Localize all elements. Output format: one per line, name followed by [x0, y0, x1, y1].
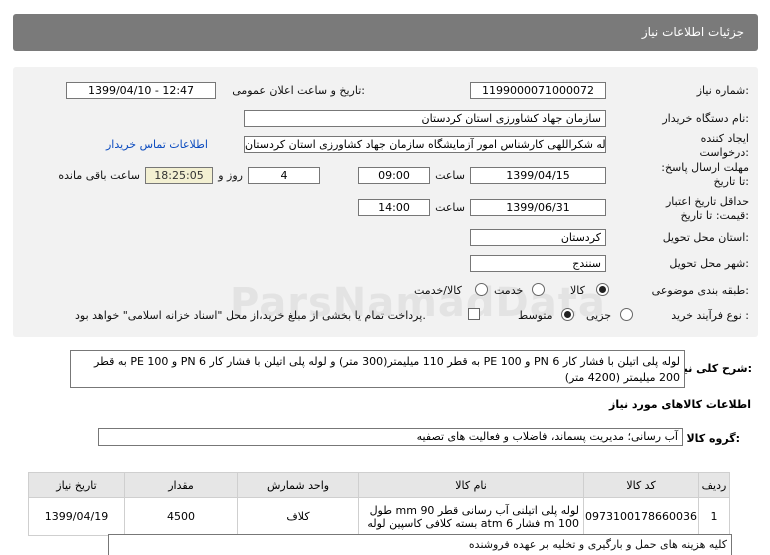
process-option-medium: متوسط [518, 309, 553, 322]
need-number-field: 1199000071000072 [470, 82, 606, 99]
row-qty: 4500 [124, 497, 239, 536]
col-date-header: تاریخ نیاز [27, 472, 126, 498]
row-unit: کلاف [237, 497, 360, 536]
category-label: طبقه بندی موضوعی: [651, 284, 749, 297]
description-box: لوله پلی اتیلن با فشار کار PN 6 و PE 100… [70, 350, 685, 388]
province-label: استان محل تحویل: [662, 231, 749, 244]
time-remaining-label: ساعت باقی مانده [58, 169, 140, 182]
page-header: جزئیات اطلاعات نیاز [13, 14, 758, 51]
category-radio-service[interactable] [532, 283, 545, 296]
page-title: جزئیات اطلاعات نیاز [641, 25, 744, 39]
description-text: لوله پلی اتیلن با فشار کار PN 6 و PE 100… [94, 355, 680, 384]
need-number-label: شماره نیاز: [696, 84, 749, 97]
city-label: شهر محل تحویل: [669, 257, 749, 270]
row-code: 0973100178660036 [583, 497, 699, 536]
process-label: نوع فرآیند خرید : [671, 309, 749, 322]
category-option-goods: کالا [570, 284, 585, 297]
time-remaining-field: 18:25:05 [145, 167, 213, 184]
creator-field: ژاله شکراللهی کارشناس امور آزمایشگاه ساز… [244, 136, 606, 153]
category-radio-goods[interactable] [596, 283, 609, 296]
deadline-time-field: 09:00 [358, 167, 430, 184]
announce-label: تاریخ و ساعت اعلان عمومی: [232, 84, 365, 97]
category-option-service: خدمت [494, 284, 524, 297]
deadline-hour-label: ساعت [435, 169, 465, 182]
province-field: کردستان [470, 229, 606, 246]
buyer-field: سازمان جهاد کشاورزی استان کردستان [244, 110, 606, 127]
treasury-payment-note: پرداخت تمام یا بخشی از مبلغ خرید،از محل … [75, 309, 426, 322]
deadline-label: مهلت ارسال پاسخ: تا تاریخ: [661, 161, 749, 188]
treasury-payment-checkbox[interactable] [468, 308, 480, 320]
validity-date-field: 1399/06/31 [470, 199, 606, 216]
days-remaining-field: 4 [248, 167, 320, 184]
validity-label: حداقل تاریخ اعتبار قیمت: تا تاریخ: [665, 195, 749, 222]
col-unit-header: واحد شمارش [237, 472, 360, 498]
goods-table-header: ردیف کد کالا نام کالا واحد شمارش مقدار ت… [27, 472, 730, 498]
process-option-minor: جزیی [586, 309, 612, 322]
process-radio-medium[interactable] [561, 308, 574, 321]
col-name-header: نام کالا [358, 472, 585, 498]
row-index: 1 [698, 497, 730, 536]
creator-label: ایجاد کننده درخواست: [699, 132, 750, 159]
process-radio-minor[interactable] [620, 308, 633, 321]
col-qty-header: مقدار [124, 472, 239, 498]
goods-section-title: اطلاعات کالاهای مورد نیاز [609, 398, 751, 411]
deadline-date-field: 1399/04/15 [470, 167, 606, 184]
announce-datetime-field: 1399/04/10 - 12:47 [66, 82, 216, 99]
category-radio-goods-service[interactable] [475, 283, 488, 296]
goods-group-field: آب رسانی؛ مدیریت پسماند، فاضلاب و فعالیت… [98, 428, 683, 446]
buyer-contact-link[interactable]: اطلاعات تماس خریدار [106, 138, 208, 151]
city-field: سنندج [470, 255, 606, 272]
col-index-header: ردیف [698, 472, 730, 498]
buyer-label: نام دستگاه خریدار: [662, 112, 749, 125]
row-date: 1399/04/19 [27, 497, 126, 536]
category-option-goods-service: کالا/خدمت [414, 284, 462, 297]
validity-time-field: 14:00 [358, 199, 430, 216]
col-code-header: کد کالا [583, 472, 699, 498]
days-label: روز و [218, 169, 243, 182]
table-row[interactable]: 1 0973100178660036 لوله پلی اتیلنی آب رس… [27, 497, 730, 536]
goods-table: ردیف کد کالا نام کالا واحد شمارش مقدار ت… [27, 472, 730, 536]
validity-hour-label: ساعت [435, 201, 465, 214]
description-label: شرح کلی نیاز: [673, 362, 752, 375]
row-name: لوله پلی اتیلنی آب رسانی قطر 90 mm طول 1… [358, 497, 585, 536]
goods-group-label: گروه کالا: [686, 432, 740, 445]
